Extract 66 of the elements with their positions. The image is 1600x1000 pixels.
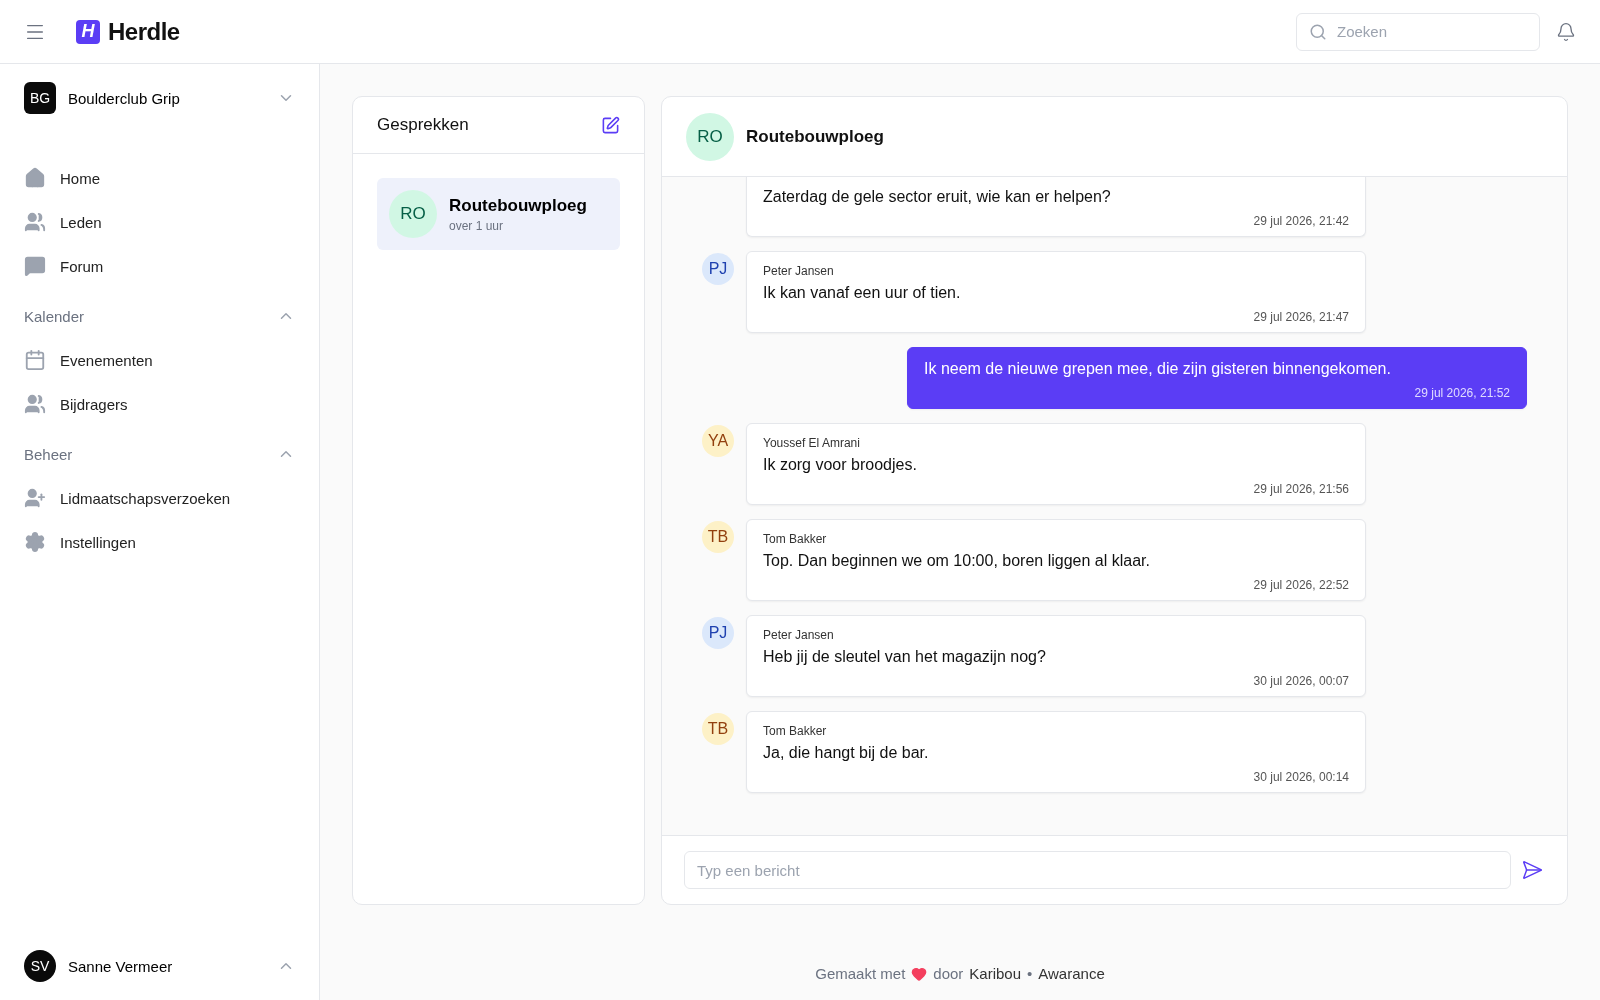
- org-avatar: BG: [24, 82, 56, 114]
- user-avatar: SV: [24, 950, 56, 982]
- nav-item[interactable]: Leden: [24, 200, 295, 244]
- group-avatar: RO: [686, 112, 734, 161]
- message-time: 30 jul 2026, 00:07: [1252, 674, 1349, 688]
- footer-text: Gemaakt met: [815, 965, 906, 982]
- sender-name: Peter Jansen: [763, 264, 835, 278]
- search-icon: [1309, 22, 1327, 41]
- home-icon: [24, 167, 46, 189]
- user-name: Sanne Vermeer: [68, 957, 174, 975]
- new-message-button[interactable]: [601, 115, 620, 135]
- user-plus-icon: [24, 487, 46, 509]
- conversation-name: Routebouwploeg: [449, 195, 587, 216]
- message-time: 29 jul 2026, 21:56: [1252, 482, 1349, 496]
- brand-name: Herdle: [108, 17, 180, 46]
- org-switcher[interactable]: BG Boulderclub Grip: [24, 82, 295, 114]
- heart-icon: [911, 965, 928, 982]
- notifications-button[interactable]: [1556, 21, 1576, 42]
- footer-text: door: [933, 965, 964, 982]
- nav-item[interactable]: Evenementen: [24, 338, 295, 382]
- sender-name: Youssef El Amrani: [763, 436, 861, 450]
- message-text: Heb jij de sleutel van het magazijn nog?: [763, 647, 1047, 667]
- users-icon: [24, 211, 46, 233]
- sender-avatar: TB: [702, 713, 734, 745]
- send-button[interactable]: [1521, 859, 1543, 881]
- panel-title: Gesprekken: [377, 115, 469, 135]
- conversation-time: over 1 uur: [449, 218, 505, 233]
- sender-avatar: PJ: [702, 253, 734, 285]
- logo-icon: H: [76, 19, 100, 44]
- message-text: Ik kan vanaf een uur of tien.: [763, 283, 962, 303]
- section-header[interactable]: Kalender: [24, 302, 295, 330]
- message-time: 29 jul 2026, 21:42: [1252, 214, 1349, 228]
- separator-dot: •: [1027, 965, 1033, 982]
- sender-avatar: TB: [702, 521, 734, 553]
- section-header[interactable]: Beheer: [24, 440, 295, 468]
- message-time: 29 jul 2026, 22:52: [1252, 578, 1349, 592]
- message-input[interactable]: Typ een bericht: [684, 851, 1511, 889]
- nav-item[interactable]: Bijdragers: [24, 382, 295, 426]
- conversation-item[interactable]: RO Routebouwploeg over 1 uur: [377, 178, 620, 250]
- message-text: Ja, die hangt bij de bar.: [763, 743, 930, 763]
- nav-item[interactable]: Home: [24, 156, 295, 200]
- message-text: Ik zorg voor broodjes.: [763, 455, 918, 475]
- search-field[interactable]: Zoeken: [1296, 12, 1540, 51]
- message-time: 30 jul 2026, 00:14: [1252, 770, 1349, 784]
- calendar-icon: [24, 349, 46, 371]
- message-time: 29 jul 2026, 21:47: [1252, 310, 1349, 324]
- org-name: Boulderclub Grip: [68, 89, 181, 107]
- message-text: Ik neem de nieuwe grepen mee, die zijn gisteren binnengekomen.: [924, 359, 1392, 379]
- footer-link[interactable]: Karibou: [969, 965, 1022, 982]
- nav-item[interactable]: Lidmaatschapsverzoeken: [24, 476, 295, 520]
- nav-item[interactable]: Forum: [24, 244, 295, 288]
- sender-name: Peter Jansen: [763, 628, 835, 642]
- chat-bubble-icon: [24, 255, 46, 277]
- sender-avatar: PJ: [702, 617, 734, 649]
- users-icon: [24, 393, 46, 415]
- message-time: 29 jul 2026, 21:52: [1413, 386, 1510, 400]
- group-avatar: RO: [389, 190, 437, 238]
- nav-item[interactable]: Instellingen: [24, 520, 295, 564]
- message-text: Top. Dan beginnen we om 10:00, boren liggen al klaar.: [763, 551, 1151, 571]
- message-text: Zaterdag de gele sector eruit, wie kan er helpen?: [763, 187, 1112, 207]
- sender-name: Tom Bakker: [763, 724, 828, 738]
- user-menu[interactable]: SV Sanne Vermeer: [24, 950, 295, 982]
- chat-title: Routebouwploeg: [746, 126, 884, 147]
- sender-avatar: YA: [702, 425, 734, 457]
- sender-name: Tom Bakker: [763, 532, 828, 546]
- footer-link[interactable]: Awarance: [1038, 965, 1105, 982]
